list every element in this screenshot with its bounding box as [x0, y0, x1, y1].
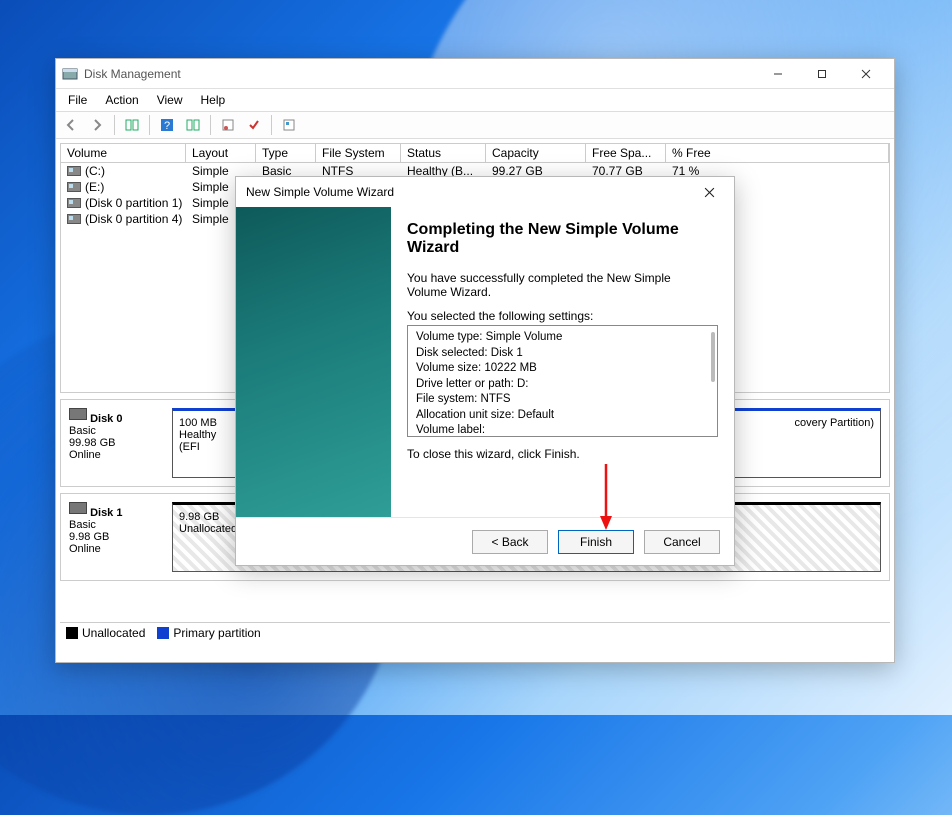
minimize-button[interactable] — [756, 59, 800, 89]
legend-swatch-primary — [157, 627, 169, 639]
finish-button[interactable]: Finish — [558, 530, 634, 554]
close-button[interactable] — [844, 59, 888, 89]
wizard-success-text: You have successfully completed the New … — [407, 271, 687, 299]
wizard-button-row: < Back Finish Cancel — [236, 517, 734, 565]
wizard-heading: Completing the New Simple Volume Wizard — [407, 221, 718, 257]
back-button[interactable]: < Back — [472, 530, 548, 554]
legend: Unallocated Primary partition — [60, 622, 890, 642]
setting-line: File system: NTFS — [416, 392, 709, 408]
volume-name: (E:) — [85, 180, 104, 194]
wizard-sidebar-graphic — [236, 207, 391, 517]
setting-line: Disk selected: Disk 1 — [416, 346, 709, 362]
menu-action[interactable]: Action — [97, 91, 146, 109]
svg-text:?: ? — [164, 120, 170, 132]
action-icon[interactable] — [243, 114, 265, 136]
maximize-button[interactable] — [800, 59, 844, 89]
volume-name: (Disk 0 partition 1) — [85, 196, 182, 210]
col-capacity[interactable]: Capacity — [486, 144, 586, 162]
wizard-close-text: To close this wizard, click Finish. — [407, 447, 718, 461]
col-fs[interactable]: File System — [316, 144, 401, 162]
wizard-settings-label: You selected the following settings: — [407, 309, 718, 323]
col-volume[interactable]: Volume — [61, 144, 186, 162]
drive-icon — [67, 166, 81, 176]
setting-line: Volume type: Simple Volume — [416, 330, 709, 346]
menu-help[interactable]: Help — [193, 91, 234, 109]
col-layout[interactable]: Layout — [186, 144, 256, 162]
disk-info: Disk 0 Basic 99.98 GB Online — [69, 408, 164, 478]
settings-icon[interactable] — [278, 114, 300, 136]
wizard-title: New Simple Volume Wizard — [246, 185, 694, 199]
titlebar[interactable]: Disk Management — [56, 59, 894, 89]
refresh-icon[interactable] — [182, 114, 204, 136]
new-simple-volume-wizard: New Simple Volume Wizard Completing the … — [235, 176, 735, 566]
window-title: Disk Management — [84, 67, 756, 81]
back-icon[interactable] — [60, 114, 82, 136]
forward-icon[interactable] — [86, 114, 108, 136]
col-free[interactable]: Free Spa... — [586, 144, 666, 162]
setting-line: Drive letter or path: D: — [416, 377, 709, 393]
drive-icon — [67, 182, 81, 192]
setting-line: Allocation unit size: Default — [416, 408, 709, 424]
cancel-button[interactable]: Cancel — [644, 530, 720, 554]
volume-name: (Disk 0 partition 4) — [85, 212, 182, 226]
volume-name: (C:) — [85, 164, 105, 178]
menu-view[interactable]: View — [149, 91, 191, 109]
disk-icon — [69, 502, 87, 514]
drive-icon — [67, 198, 81, 208]
wizard-titlebar[interactable]: New Simple Volume Wizard — [236, 177, 734, 207]
partition[interactable]: 100 MB Healthy (EFI — [172, 408, 242, 478]
wizard-settings-box[interactable]: Volume type: Simple Volume Disk selected… — [407, 325, 718, 437]
disk-info: Disk 1 Basic 9.98 GB Online — [69, 502, 164, 572]
wizard-content: Completing the New Simple Volume Wizard … — [391, 207, 734, 517]
menu-file[interactable]: File — [60, 91, 95, 109]
legend-swatch-unallocated — [66, 627, 78, 639]
col-pct[interactable]: % Free — [666, 144, 889, 162]
volume-list-header: Volume Layout Type File System Status Ca… — [60, 143, 890, 163]
setting-line: Volume size: 10222 MB — [416, 361, 709, 377]
show-hide-console-icon[interactable] — [121, 114, 143, 136]
col-type[interactable]: Type — [256, 144, 316, 162]
close-icon[interactable] — [694, 177, 724, 207]
col-status[interactable]: Status — [401, 144, 486, 162]
help-icon[interactable]: ? — [156, 114, 178, 136]
drive-icon — [67, 214, 81, 224]
disk-icon — [69, 408, 87, 420]
scrollbar[interactable] — [711, 332, 715, 382]
properties-icon[interactable] — [217, 114, 239, 136]
setting-line: Volume label: — [416, 423, 709, 437]
app-icon — [62, 66, 78, 82]
menubar: File Action View Help — [56, 89, 894, 111]
toolbar: ? — [56, 111, 894, 139]
